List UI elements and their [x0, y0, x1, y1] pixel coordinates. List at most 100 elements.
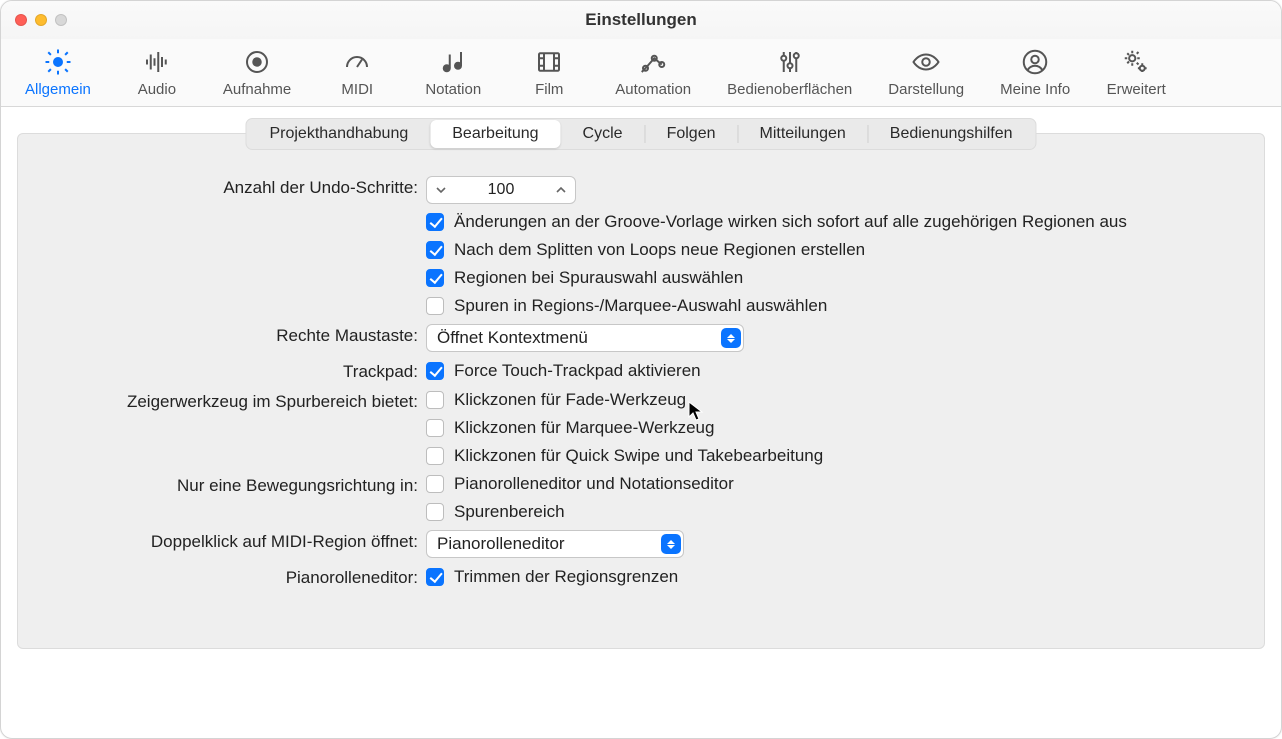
toolbar-item-label: Notation [425, 81, 481, 98]
undo-checkbox[interactable] [426, 213, 444, 231]
subtab-projekthandhabung[interactable]: Projekthandhabung [247, 120, 430, 148]
toolbar-item-label: Film [535, 81, 563, 98]
trackpad-checkbox[interactable] [426, 362, 444, 380]
trackpad-check-row: Force Touch-Trackpad aktivieren [426, 361, 1246, 381]
subtab-bearbeitung[interactable]: Bearbeitung [430, 120, 560, 148]
pointer-valcol: Klickzonen für Fade-Werkzeug Klickzonen f… [426, 390, 1246, 466]
singledir-check-row: Spurenbereich [426, 502, 1246, 522]
rmb-valcol: Öffnet Kontextmenü [426, 324, 1246, 352]
traffic-lights [1, 14, 67, 26]
pointer-checkbox[interactable] [426, 419, 444, 437]
subtab-cycle[interactable]: Cycle [561, 120, 645, 148]
toolbar-item-label: Audio [138, 81, 176, 98]
undo-check-text: Änderungen an der Groove-Vorlage wirken … [454, 212, 1127, 232]
pianoroll-check-text: Trimmen der Regionsgrenzen [454, 567, 678, 587]
toolbar-item-label: Allgemein [25, 81, 91, 98]
midi-dbl-popup-value: Pianorolleneditor [437, 534, 565, 554]
pointer-check-row: Klickzonen für Quick Swipe und Takebearb… [426, 446, 1246, 466]
undo-stepper[interactable]: 100 [426, 176, 576, 204]
minimize-button[interactable] [35, 14, 47, 26]
rmb-popup[interactable]: Öffnet Kontextmenü [426, 324, 744, 352]
toolbar-item-film[interactable]: Film [519, 45, 579, 98]
subtab-segmented: ProjekthandhabungBearbeitungCycleFolgenM… [245, 118, 1036, 150]
singledir-label: Nur eine Bewegungsrichtung in: [36, 474, 426, 496]
trackpad-valcol: Force Touch-Trackpad aktivieren [426, 361, 1246, 381]
pianoroll-valcol: Trimmen der Regionsgrenzen [426, 567, 1246, 587]
undo-checkbox[interactable] [426, 269, 444, 287]
pianoroll-label: Pianorolleneditor: [36, 566, 426, 588]
undo-label: Anzahl der Undo-Schritte: [36, 176, 426, 198]
midi-dbl-valcol: Pianorolleneditor [426, 530, 1246, 558]
trackpad-label: Trackpad: [36, 360, 426, 382]
toolbar-item-label: Darstellung [888, 81, 964, 98]
toolbar-item-erweitert[interactable]: Erweitert [1106, 45, 1166, 98]
singledir-valcol: Pianorolleneditor und Notationseditor Spu… [426, 474, 1246, 522]
toolbar-item-notation[interactable]: Notation [423, 45, 483, 98]
undo-check-row: Änderungen an der Groove-Vorlage wirken … [426, 212, 1246, 232]
panel-inner: ProjekthandhabungBearbeitungCycleFolgenM… [17, 133, 1265, 649]
prefs-toolbar: Allgemein Audio Aufnahme MIDI Notation Film Au… [1, 39, 1281, 107]
toolbar-item-bedienoberflächen[interactable]: Bedienoberflächen [727, 45, 852, 98]
toolbar-item-label: Bedienoberflächen [727, 81, 852, 98]
close-button[interactable] [15, 14, 27, 26]
toolbar-item-label: MIDI [341, 81, 373, 98]
pointer-check-row: Klickzonen für Marquee-Werkzeug [426, 418, 1246, 438]
undo-check-row: Spuren in Regions-/Marquee-Auswahl auswä… [426, 296, 1246, 316]
content-panel: ProjekthandhabungBearbeitungCycleFolgenM… [1, 107, 1281, 669]
toolbar-item-aufnahme[interactable]: Aufnahme [223, 45, 291, 98]
singledir-check-text: Pianorolleneditor und Notationseditor [454, 474, 734, 494]
toolbar-item-label: Automation [615, 81, 691, 98]
automation-icon [632, 45, 674, 79]
titlebar: Einstellungen [1, 1, 1281, 39]
record-icon [236, 45, 278, 79]
gears-icon [1115, 45, 1157, 79]
undo-valcol: 100 Änderungen an der Groove-Vorlage wir… [426, 176, 1246, 316]
eye-icon [905, 45, 947, 79]
undo-check-text: Spuren in Regions-/Marquee-Auswahl auswä… [454, 296, 827, 316]
gear-icon [37, 45, 79, 79]
pointer-checkbox[interactable] [426, 391, 444, 409]
singledir-checkbox[interactable] [426, 475, 444, 493]
toolbar-item-label: Erweitert [1107, 81, 1166, 98]
pianoroll-checkbox[interactable] [426, 568, 444, 586]
toolbar-item-meine info[interactable]: Meine Info [1000, 45, 1070, 98]
toolbar-item-darstellung[interactable]: Darstellung [888, 45, 964, 98]
undo-check-text: Nach dem Splitten von Loops neue Regione… [454, 240, 865, 260]
film-icon [528, 45, 570, 79]
undo-check-row: Nach dem Splitten von Loops neue Regione… [426, 240, 1246, 260]
subtab-folgen[interactable]: Folgen [645, 120, 738, 148]
pointer-checkbox[interactable] [426, 447, 444, 465]
notes-icon [432, 45, 474, 79]
undo-check-text: Regionen bei Spurauswahl auswählen [454, 268, 743, 288]
form-grid: Anzahl der Undo-Schritte: 100 Änderungen… [36, 176, 1246, 588]
rmb-label: Rechte Maustaste: [36, 324, 426, 346]
undo-check-row: Regionen bei Spurauswahl auswählen [426, 268, 1246, 288]
toolbar-item-automation[interactable]: Automation [615, 45, 691, 98]
singledir-checkbox[interactable] [426, 503, 444, 521]
trackpad-check-text: Force Touch-Trackpad aktivieren [454, 361, 701, 381]
undo-value[interactable]: 100 [455, 181, 547, 199]
window-title: Einstellungen [1, 10, 1281, 30]
undo-checkbox[interactable] [426, 241, 444, 259]
user-icon [1014, 45, 1056, 79]
subtab-bedienungshilfen[interactable]: Bedienungshilfen [868, 120, 1035, 148]
zoom-button [55, 14, 67, 26]
pointer-check-text: Klickzonen für Marquee-Werkzeug [454, 418, 714, 438]
singledir-check-row: Pianorolleneditor und Notationseditor [426, 474, 1246, 494]
toolbar-item-label: Aufnahme [223, 81, 291, 98]
gauge-icon [336, 45, 378, 79]
pointer-label: Zeigerwerkzeug im Spurbereich bietet: [36, 390, 426, 412]
sliders-icon [769, 45, 811, 79]
midi-dbl-popup[interactable]: Pianorolleneditor [426, 530, 684, 558]
toolbar-item-audio[interactable]: Audio [127, 45, 187, 98]
singledir-check-text: Spurenbereich [454, 502, 565, 522]
stepper-down-icon[interactable] [427, 177, 455, 203]
toolbar-item-midi[interactable]: MIDI [327, 45, 387, 98]
popup-caret-icon [661, 534, 681, 554]
toolbar-item-allgemein[interactable]: Allgemein [25, 45, 91, 98]
stepper-up-icon[interactable] [547, 177, 575, 203]
undo-checkbox[interactable] [426, 297, 444, 315]
pointer-check-text: Klickzonen für Fade-Werkzeug [454, 390, 686, 410]
subtab-mitteilungen[interactable]: Mitteilungen [737, 120, 867, 148]
prefs-window: Einstellungen Allgemein Audio Aufnahme MIDI… [0, 0, 1282, 739]
